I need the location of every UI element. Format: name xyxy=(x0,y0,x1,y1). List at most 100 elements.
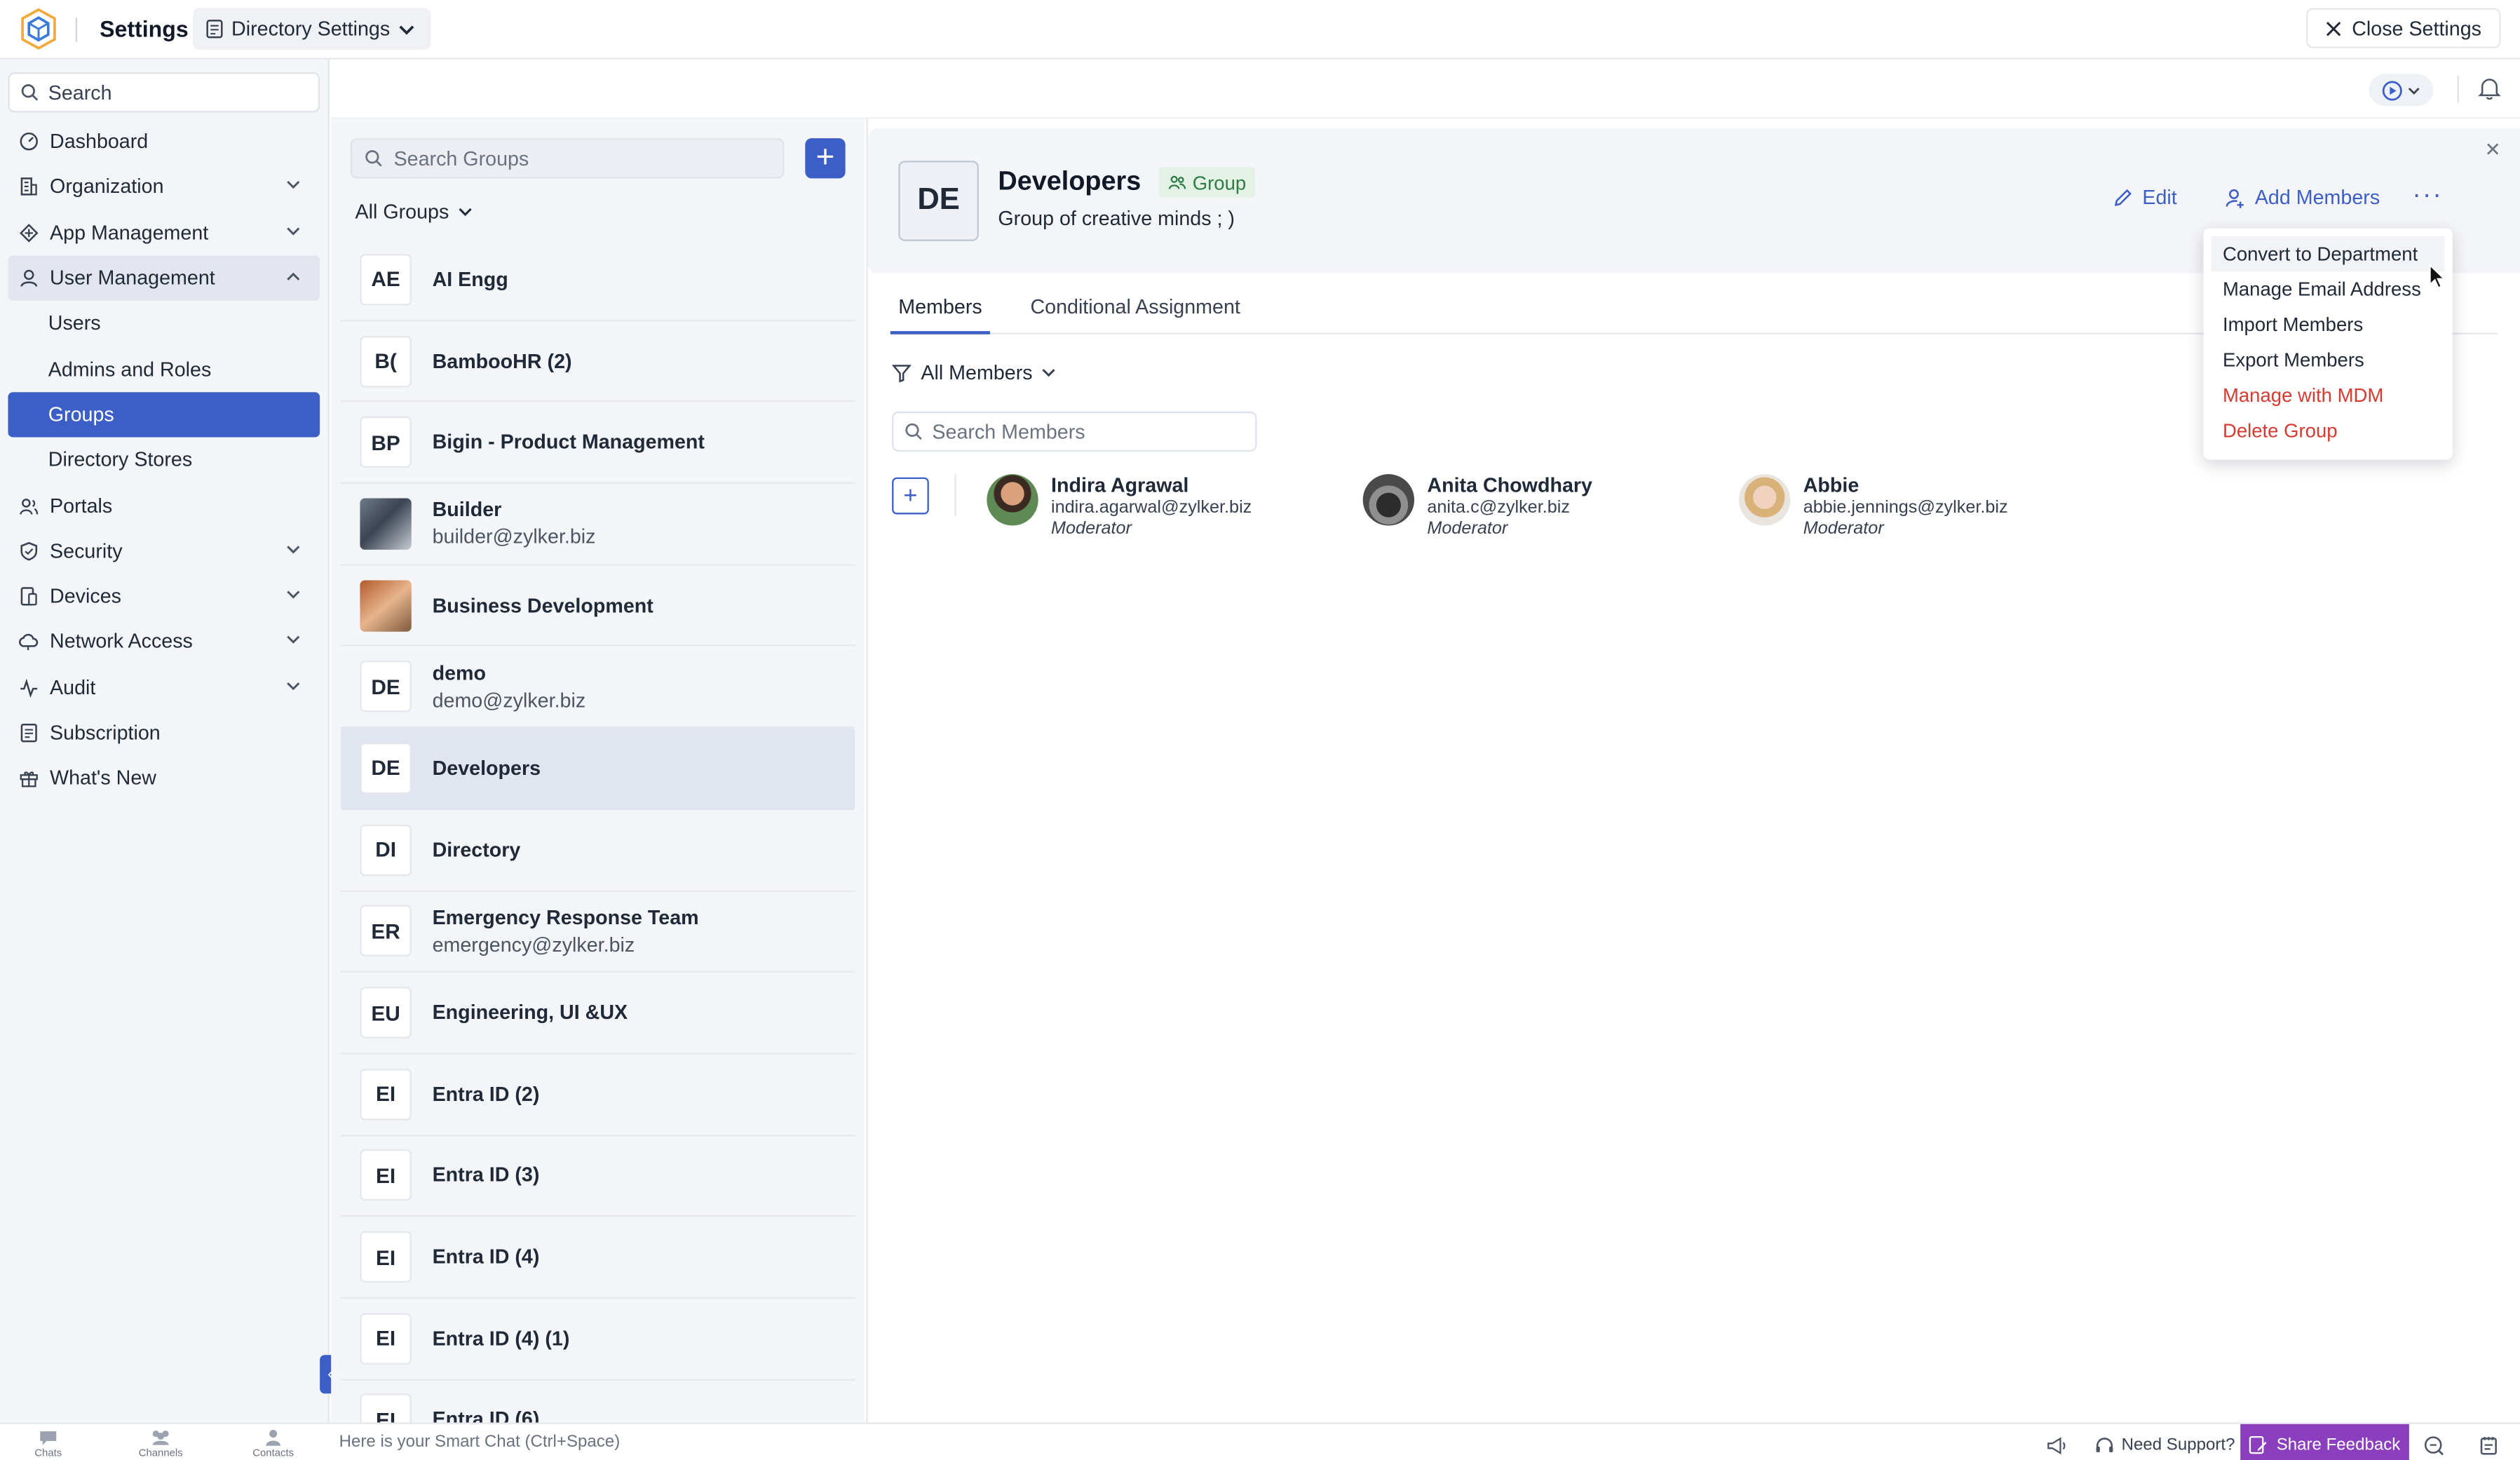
group-row[interactable]: B( BambooHR (2) xyxy=(340,321,855,403)
group-name: Entra ID (4) xyxy=(432,1245,540,1269)
sidebar-item-dashboard[interactable]: Dashboard xyxy=(8,119,320,165)
group-row[interactable]: EI Entra ID (4) (1) xyxy=(340,1299,855,1381)
group-filter-dropdown[interactable]: All Groups xyxy=(355,201,473,224)
group-avatar: DE xyxy=(360,742,412,795)
member-name: Indira Agrawal xyxy=(1051,474,1189,497)
sidebar-item-app-management[interactable]: App Management xyxy=(8,210,320,255)
directory-settings-dropdown[interactable]: Directory Settings xyxy=(193,8,431,50)
group-row[interactable]: BP Bigin - Product Management xyxy=(340,403,855,485)
sidebar-item-user-management[interactable]: User Management xyxy=(8,255,320,302)
announcements-button[interactable] xyxy=(2046,1424,2068,1460)
sidebar-item-label: User Management xyxy=(50,266,215,290)
sidebar-item-label: Dashboard xyxy=(50,130,149,154)
sidebar-item-label: Directory Stores xyxy=(48,448,193,472)
menu-item-convert-to-department[interactable]: Convert to Department xyxy=(2211,236,2445,272)
member-role: Moderator xyxy=(1427,519,1508,539)
member-avatar xyxy=(1739,474,1791,526)
page-title: Settings xyxy=(100,15,189,42)
group-row[interactable]: ER Emergency Response Team emergency@zyl… xyxy=(340,891,855,973)
group-row[interactable]: Builder builder@zylker.biz xyxy=(340,484,855,566)
member-card[interactable]: Indira Agrawal indira.agarwal@zylker.biz… xyxy=(987,474,1252,539)
sidebar-item-admins-and-roles[interactable]: Admins and Roles xyxy=(8,346,320,392)
content-header xyxy=(331,59,2520,119)
chat-icon xyxy=(40,1431,57,1445)
sidebar-item-organization[interactable]: Organization xyxy=(8,164,320,210)
member-card[interactable]: Anita Chowdhary anita.c@zylker.biz Moder… xyxy=(1362,474,1592,539)
need-support-button[interactable]: Need Support? xyxy=(2094,1424,2235,1460)
bell-icon[interactable] xyxy=(2478,76,2501,100)
member-card[interactable]: Abbie abbie.jennings@zylker.biz Moderato… xyxy=(1739,474,2008,539)
member-filter-dropdown[interactable]: All Members xyxy=(892,362,1057,384)
smart-chat-input[interactable]: Here is your Smart Chat (Ctrl+Space) xyxy=(339,1432,621,1452)
app-logo-icon[interactable] xyxy=(20,8,58,50)
add-members-button[interactable]: Add Members xyxy=(2224,187,2380,209)
gift-icon xyxy=(18,768,39,789)
group-row[interactable]: DI Directory xyxy=(340,810,855,891)
zia-search-button[interactable] xyxy=(2423,1424,2444,1460)
channels-button[interactable]: Channels xyxy=(128,1429,193,1459)
sidebar-item-security[interactable]: Security xyxy=(8,528,320,574)
chevron-down-icon xyxy=(398,25,414,34)
add-member-button[interactable]: + xyxy=(892,477,929,515)
sidebar-item-label: Security xyxy=(50,539,123,562)
sidebar-item-users[interactable]: Users xyxy=(8,301,320,346)
group-row[interactable]: EI Entra ID (6) xyxy=(341,1380,855,1423)
sidebar-item-label: Audit xyxy=(50,676,96,699)
sidebar-item-devices[interactable]: Devices xyxy=(8,574,320,619)
member-name: Abbie xyxy=(1803,474,1859,497)
search-members-input[interactable]: Search Members xyxy=(892,411,1257,452)
more-options-button[interactable]: ··· xyxy=(2412,182,2443,210)
add-members-label: Add Members xyxy=(2254,186,2380,209)
member-role: Moderator xyxy=(1803,519,1884,539)
divider xyxy=(2457,75,2459,103)
sidebar-item-whats-new[interactable]: What's New xyxy=(8,756,320,802)
group-email: demo@zylker.biz xyxy=(432,689,586,712)
sidebar-item-groups[interactable]: Groups xyxy=(8,391,320,438)
notes-button[interactable] xyxy=(2478,1424,2499,1460)
group-row-selected[interactable]: DE Developers xyxy=(340,728,855,810)
group-email: emergency@zylker.biz xyxy=(432,933,635,957)
menu-item-manage-email-address[interactable]: Manage Email Address xyxy=(2203,271,2452,306)
group-row[interactable]: EI Entra ID (3) xyxy=(340,1136,855,1217)
sidebar-item-audit[interactable]: Audit xyxy=(8,665,320,710)
close-icon xyxy=(2326,20,2342,36)
sidebar-search-input[interactable]: Search xyxy=(8,72,320,113)
sidebar-search-placeholder: Search xyxy=(48,81,112,104)
group-row[interactable]: EU Engineering, UI &UX xyxy=(340,973,855,1055)
sidebar-item-subscription[interactable]: Subscription xyxy=(8,710,320,756)
divider xyxy=(954,474,956,516)
feedback-icon xyxy=(2249,1435,2268,1454)
media-controls-button[interactable] xyxy=(2369,74,2434,107)
add-group-button[interactable]: + xyxy=(805,138,846,179)
chevron-down-icon xyxy=(287,682,300,690)
menu-item-delete-group[interactable]: Delete Group xyxy=(2203,413,2452,448)
sidebar-item-directory-stores[interactable]: Directory Stores xyxy=(8,438,320,483)
menu-item-manage-with-mdm[interactable]: Manage with MDM xyxy=(2203,378,2452,413)
group-avatar: EI xyxy=(360,1149,412,1202)
shield-icon xyxy=(18,541,39,562)
group-row[interactable]: Business Development xyxy=(340,565,855,647)
sidebar-item-portals[interactable]: Portals xyxy=(8,482,320,528)
contacts-button[interactable]: Contacts xyxy=(241,1429,306,1459)
sidebar-item-label: Groups xyxy=(48,403,114,426)
chats-button[interactable]: Chats xyxy=(16,1429,81,1459)
group-row[interactable]: AE AI Engg xyxy=(340,240,855,321)
group-photo xyxy=(360,579,412,631)
sidebar-item-network-access[interactable]: Network Access xyxy=(8,619,320,665)
group-row[interactable]: EI Entra ID (2) xyxy=(340,1054,855,1136)
group-row[interactable]: DE demo demo@zylker.biz xyxy=(340,647,855,729)
directory-settings-label: Directory Settings xyxy=(231,18,391,41)
search-groups-input[interactable]: Search Groups xyxy=(350,138,785,179)
menu-item-import-members[interactable]: Import Members xyxy=(2203,307,2452,342)
close-panel-button[interactable]: ✕ xyxy=(2485,138,2501,161)
group-avatar: ER xyxy=(360,905,412,957)
tab-conditional-assignment[interactable]: Conditional Assignment xyxy=(1022,290,1248,334)
share-feedback-button[interactable]: Share Feedback xyxy=(2240,1424,2409,1460)
edit-button[interactable]: Edit xyxy=(2113,187,2177,209)
group-avatar: EI xyxy=(360,1231,412,1283)
tab-members[interactable]: Members xyxy=(890,290,991,334)
group-row[interactable]: EI Entra ID (4) xyxy=(340,1217,855,1299)
group-avatar: BP xyxy=(360,417,412,468)
menu-item-export-members[interactable]: Export Members xyxy=(2203,342,2452,377)
close-settings-button[interactable]: Close Settings xyxy=(2307,8,2501,48)
